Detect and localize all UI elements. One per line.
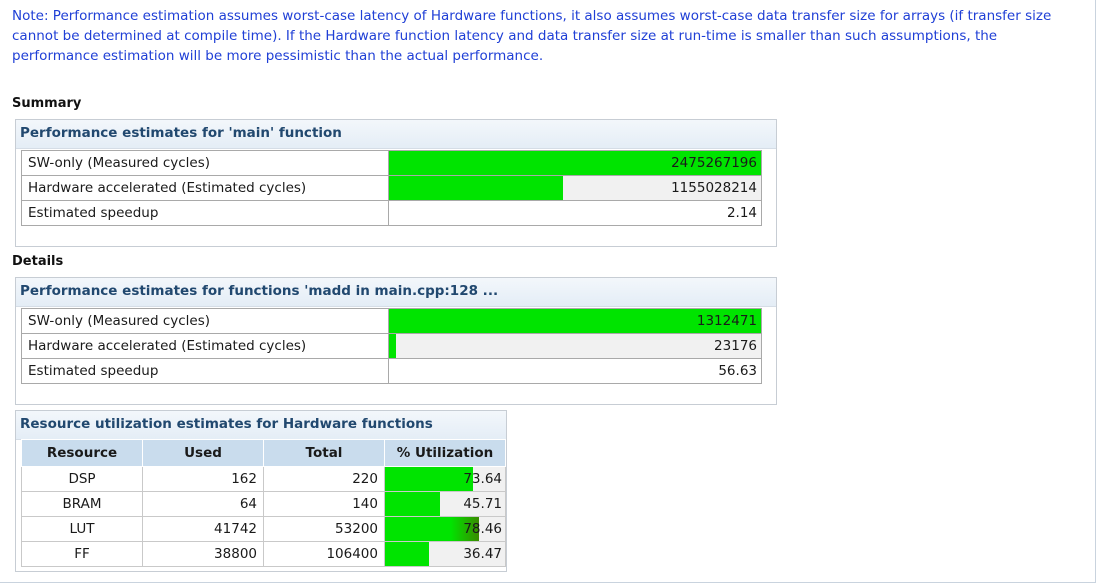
row-label: SW-only (Measured cycles) [21,308,389,334]
resource-total: 106400 [263,541,385,567]
row-value-cell: 1312471 [388,308,762,334]
column-header-utilization: % Utilization [384,439,506,467]
table-row: Estimated speedup 2.14 [21,200,762,226]
row-value-cell: 2475267196 [388,150,762,176]
table-row: DSP 162 220 73.64 [21,466,506,492]
resource-used: 38800 [142,541,264,567]
resource-total: 220 [263,466,385,492]
table-row: Hardware accelerated (Estimated cycles) … [21,175,762,201]
row-value: 23176 [714,338,757,354]
resource-name: FF [21,541,143,567]
table-header-row: Resource Used Total % Utilization [21,439,506,467]
table-row: LUT 41742 53200 78.46 [21,516,506,542]
utilization-value: 73.64 [463,471,502,487]
details-heading: Details [12,254,64,269]
resource-used: 162 [142,466,264,492]
resource-used: 41742 [142,516,264,542]
utilization-bar [385,542,429,566]
summary-table: SW-only (Measured cycles) 2475267196 Har… [21,150,762,226]
utilization-value: 78.46 [463,521,502,537]
row-value-cell: 1155028214 [388,175,762,201]
resource-total: 140 [263,491,385,517]
row-label: Hardware accelerated (Estimated cycles) [21,175,389,201]
cycle-bar [389,176,563,200]
table-row: Estimated speedup 56.63 [21,358,762,384]
row-value: 1155028214 [671,180,757,196]
table-row: SW-only (Measured cycles) 1312471 [21,308,762,334]
summary-heading: Summary [12,96,82,111]
column-header-total: Total [263,439,385,467]
resource-used: 64 [142,491,264,517]
row-label: Estimated speedup [21,200,389,226]
details-table: SW-only (Measured cycles) 1312471 Hardwa… [21,308,762,384]
column-header-used: Used [142,439,264,467]
row-value: 1312471 [696,313,757,329]
row-value: 56.63 [718,363,757,379]
table-row: Hardware accelerated (Estimated cycles) … [21,333,762,359]
utilization-cell: 73.64 [384,466,506,492]
row-label: Estimated speedup [21,358,389,384]
row-value-cell: 2.14 [388,200,762,226]
resource-name: LUT [21,516,143,542]
row-value-cell: 23176 [388,333,762,359]
resource-name: DSP [21,466,143,492]
cycle-bar [389,334,396,358]
summary-panel-title: Performance estimates for 'main' functio… [16,120,776,149]
resource-total: 53200 [263,516,385,542]
table-row: SW-only (Measured cycles) 2475267196 [21,150,762,176]
resource-name: BRAM [21,491,143,517]
table-row: BRAM 64 140 45.71 [21,491,506,517]
resource-table: Resource Used Total % Utilization DSP 16… [21,439,506,567]
utilization-bar [385,467,474,491]
resource-panel-title: Resource utilization estimates for Hardw… [16,411,506,440]
performance-note: Note: Performance estimation assumes wor… [12,8,1052,64]
row-label: SW-only (Measured cycles) [21,150,389,176]
column-header-resource: Resource [21,439,143,467]
utilization-value: 45.71 [463,496,502,512]
utilization-cell: 45.71 [384,491,506,517]
utilization-cell: 78.46 [384,516,506,542]
row-label: Hardware accelerated (Estimated cycles) [21,333,389,359]
utilization-value: 36.47 [463,546,502,562]
utilization-cell: 36.47 [384,541,506,567]
details-panel-title: Performance estimates for functions 'mad… [16,278,776,307]
row-value: 2475267196 [671,155,757,171]
row-value-cell: 56.63 [388,358,762,384]
table-row: FF 38800 106400 36.47 [21,541,506,567]
utilization-bar [385,492,440,516]
row-value: 2.14 [726,205,757,221]
